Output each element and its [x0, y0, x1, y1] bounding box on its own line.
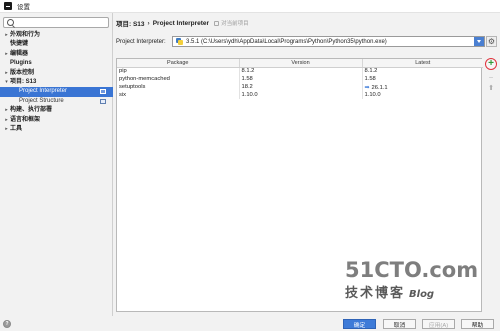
- add-package-button[interactable]: +: [485, 58, 497, 70]
- sidebar-item-label: 编辑器: [10, 50, 29, 57]
- sidebar-item-keymap[interactable]: 快捷键: [0, 40, 113, 49]
- gear-icon: ⚙: [487, 36, 496, 46]
- scope-note-text: 对当前项目: [221, 21, 249, 27]
- sidebar-item-build-execution[interactable]: ▸ 构建、执行部署: [0, 106, 113, 115]
- python-icon: [176, 38, 183, 45]
- sidebar-item-label: 构建、执行部署: [10, 107, 53, 114]
- project-scope-icon: [100, 98, 106, 104]
- package-latest: 26.1.1: [371, 84, 388, 91]
- package-version: 8.1.2: [239, 67, 363, 75]
- plus-icon: +: [488, 58, 494, 69]
- table-header-row: Package Version Latest: [117, 59, 483, 68]
- package-latest: 1.58: [364, 76, 376, 82]
- package-name: six: [117, 91, 240, 99]
- sidebar-item-appearance[interactable]: ▸ 外观和行为: [0, 31, 113, 40]
- ok-button[interactable]: 确定: [343, 319, 376, 329]
- sidebar-item-label: 项目: S13: [10, 78, 37, 85]
- chevron-right-icon[interactable]: ▸: [3, 69, 10, 78]
- breadcrumb: 项目: S13 › Project Interpreter 对当前项目: [116, 18, 249, 29]
- column-header-package[interactable]: Package: [117, 59, 240, 68]
- package-name: setuptools: [117, 83, 240, 91]
- help-icon[interactable]: ?: [3, 320, 11, 328]
- minus-icon: −: [488, 73, 494, 82]
- chevron-right-icon[interactable]: ▸: [3, 50, 10, 59]
- interpreter-select[interactable]: 3.5.1 (C:\Users\ydh\AppData\Local\Progra…: [172, 36, 485, 47]
- interpreter-dropdown-button[interactable]: [474, 37, 484, 46]
- search-icon: [7, 19, 14, 26]
- sidebar-item-project-interpreter[interactable]: Project Interpreter: [0, 87, 113, 97]
- sidebar-item-editor[interactable]: ▸ 编辑器: [0, 50, 113, 59]
- app-icon: [4, 2, 12, 10]
- upgrade-package-button[interactable]: ⬆: [487, 84, 495, 92]
- apply-button[interactable]: 应用(A): [422, 319, 455, 329]
- package-version: 18.2: [239, 83, 363, 91]
- column-header-version[interactable]: Version: [239, 59, 363, 68]
- settings-window: 设置 ▸ 外观和行为 快捷键 ▸ 编辑器 Plugins ▸ 版本控制 ▾ 项目…: [0, 0, 500, 331]
- arrow-up-icon: ⬆: [488, 84, 494, 92]
- chevron-down-icon[interactable]: ▾: [3, 78, 10, 87]
- help-button[interactable]: 帮助: [461, 319, 494, 329]
- table-row[interactable]: six 1.10.0 1.10.0: [117, 91, 483, 99]
- cancel-button[interactable]: 取消: [383, 319, 416, 329]
- sidebar-item-project[interactable]: ▾ 项目: S13: [0, 78, 113, 87]
- chevron-right-icon[interactable]: ▸: [3, 106, 10, 115]
- window-title: 设置: [17, 4, 30, 11]
- table-row[interactable]: python-memcached 1.58 1.58: [117, 75, 483, 83]
- package-latest: 8.1.2: [364, 68, 378, 75]
- chevron-down-icon: [477, 40, 481, 43]
- chevron-right-icon[interactable]: ▸: [3, 116, 10, 125]
- sidebar-item-label: 版本控制: [10, 69, 35, 76]
- package-latest: 1.10.0: [364, 92, 381, 98]
- package-latest-cell: ➡ 26.1.1: [362, 83, 483, 91]
- settings-content: 项目: S13 › Project Interpreter 对当前项目 Proj…: [114, 13, 500, 316]
- breadcrumb-separator: ›: [147, 19, 150, 27]
- sidebar-item-label: Plugins: [10, 60, 32, 67]
- remove-package-button[interactable]: −: [487, 74, 495, 82]
- table-row[interactable]: pip 8.1.2 8.1.2: [117, 67, 483, 75]
- title-bar: 设置: [0, 0, 500, 13]
- sidebar-item-plugins[interactable]: Plugins: [0, 59, 113, 68]
- sidebar-item-label: 快捷键: [10, 41, 29, 48]
- sidebar-item-label: 语言和框架: [10, 116, 41, 123]
- breadcrumb-page: Project Interpreter: [152, 19, 210, 27]
- sidebar-item-label: 工具: [10, 125, 23, 132]
- chevron-right-icon[interactable]: ▸: [3, 31, 10, 40]
- settings-search-box[interactable]: [3, 17, 109, 28]
- dialog-button-bar: ? 确定 取消 应用(A) 帮助: [0, 316, 500, 331]
- column-header-latest[interactable]: Latest: [362, 59, 483, 68]
- sidebar-item-languages[interactable]: ▸ 语言和框架: [0, 116, 113, 125]
- settings-tree: ▸ 外观和行为 快捷键 ▸ 编辑器 Plugins ▸ 版本控制 ▾ 项目: S: [0, 31, 113, 134]
- settings-sidebar: ▸ 外观和行为 快捷键 ▸ 编辑器 Plugins ▸ 版本控制 ▾ 项目: S: [0, 13, 113, 316]
- table-row[interactable]: setuptools 18.2 ➡ 26.1.1: [117, 83, 483, 91]
- package-name: pip: [117, 67, 240, 75]
- interpreter-row: Project Interpreter: 3.5.1 (C:\Users\ydh…: [116, 36, 498, 47]
- sidebar-item-label: 外观和行为: [10, 32, 41, 38]
- settings-search-input[interactable]: [16, 18, 106, 27]
- interpreter-value: 3.5.1 (C:\Users\ydh\AppData\Local\Progra…: [186, 38, 387, 45]
- package-name: python-memcached: [117, 75, 240, 83]
- project-scope-icon: [100, 89, 106, 95]
- breadcrumb-project: 项目: S13: [116, 21, 145, 28]
- sidebar-item-version-control[interactable]: ▸ 版本控制: [0, 69, 113, 78]
- package-version: 1.58: [239, 75, 363, 83]
- packages-table: Package Version Latest pip 8.1.2 8.1.2 p…: [116, 58, 483, 312]
- package-version: 1.10.0: [239, 91, 363, 99]
- chevron-right-icon[interactable]: ▸: [3, 125, 10, 134]
- interpreter-label: Project Interpreter:: [116, 38, 166, 45]
- upgrade-available-icon: ➡: [364, 84, 370, 91]
- sidebar-item-project-structure[interactable]: Project Structure: [0, 97, 113, 106]
- interpreter-settings-button[interactable]: ⚙: [486, 36, 497, 47]
- scope-note: 对当前项目: [214, 19, 249, 27]
- sidebar-item-tools[interactable]: ▸ 工具: [0, 125, 113, 134]
- sidebar-item-label: Project Structure: [19, 97, 64, 104]
- sidebar-item-label: Project Interpreter: [19, 88, 68, 95]
- project-scope-icon: [214, 20, 220, 26]
